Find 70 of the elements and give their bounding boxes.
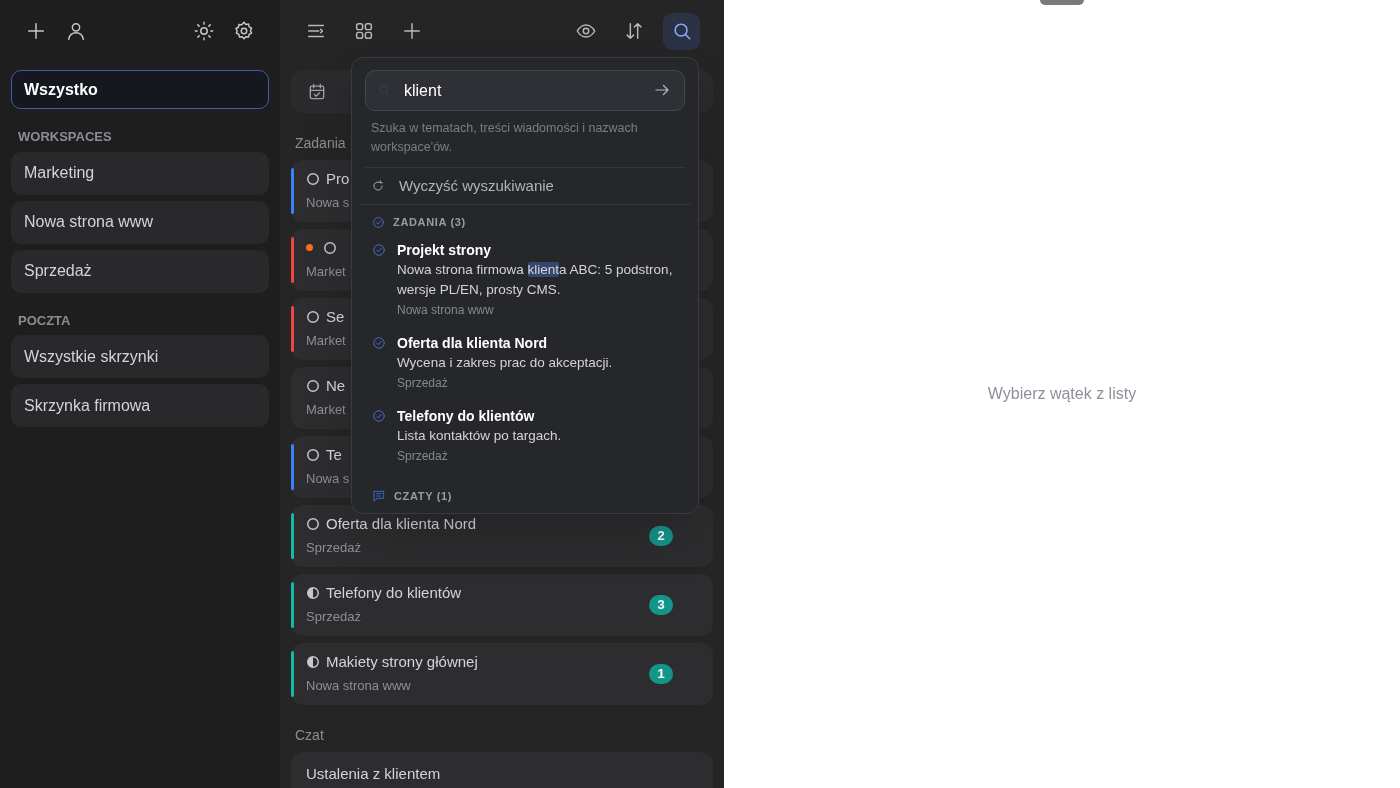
- check-circle-icon: [372, 408, 386, 423]
- task-workspace: Nowa s: [306, 470, 350, 489]
- search-button[interactable]: [663, 12, 700, 50]
- sidebar-item[interactable]: Nowa strona www: [11, 200, 269, 244]
- circle-icon: [306, 447, 320, 462]
- circle-icon: [306, 309, 320, 324]
- search-hint: Szuka w tematach, treści wiadomości i nazwach workspace'ów.: [370, 120, 639, 156]
- sidebar-item[interactable]: Sprzedaż: [11, 249, 269, 293]
- chat-icon: [372, 488, 386, 503]
- sidebar-item[interactable]: Wszystkie skrzynki: [11, 335, 269, 378]
- result-workspace: Sprzedaż: [397, 447, 448, 465]
- settings-icon: [233, 20, 255, 42]
- search-icon: [378, 84, 390, 96]
- circle-icon: [306, 378, 320, 393]
- task-card[interactable]: Makiety strony głównej Nowa strona www 1: [291, 643, 713, 705]
- section-heading: Czat: [294, 726, 325, 745]
- task-workspace: Sprzedaż: [306, 608, 361, 627]
- task-title: Te: [326, 444, 342, 465]
- sun-button[interactable]: [192, 19, 216, 43]
- task-card[interactable]: Telefony do klientów Sprzedaż 3: [291, 574, 713, 636]
- task-title: Ne: [326, 375, 346, 396]
- task-workspace: Sprzedaż: [306, 539, 361, 558]
- result-title: Telefony do klientów: [397, 406, 535, 426]
- task-title: Se: [326, 306, 345, 327]
- task-title: Pro: [326, 168, 350, 189]
- circle-icon: [323, 240, 337, 255]
- sun-icon: [193, 20, 215, 42]
- result-description: Lista kontaktów po targach.: [397, 426, 562, 445]
- task-workspace: Nowa strona www: [306, 677, 411, 696]
- chat-title: Ustalenia z klientem: [306, 765, 441, 782]
- task-workspace: Market: [306, 263, 346, 282]
- task-title: Makiety strony głównej: [326, 651, 478, 672]
- circle-icon: [306, 171, 320, 186]
- check-circle-icon: [372, 242, 386, 257]
- calendar-icon: [307, 81, 327, 102]
- half-circle-icon: [306, 654, 320, 669]
- result-title: Oferta dla klienta Nord: [397, 333, 548, 353]
- count-badge: 1: [649, 664, 673, 684]
- task-title: Oferta dla klienta Nord: [326, 513, 477, 534]
- task-workspace: Market: [306, 401, 346, 420]
- drag-handle[interactable]: [1040, 0, 1084, 5]
- circle-icon: [306, 516, 320, 531]
- task-workspace: Market: [306, 332, 346, 351]
- refresh-icon: [371, 179, 385, 193]
- user-icon: [65, 20, 87, 42]
- result-workspace: Nowa strona www: [397, 301, 494, 319]
- section-heading: POCZTA: [17, 311, 72, 330]
- count-badge: 2: [649, 526, 673, 546]
- task-workspace: Nowa s: [306, 194, 350, 213]
- half-circle-icon: [306, 585, 320, 600]
- empty-state-text: Wybierz wątek z listy: [987, 384, 1137, 404]
- clear-search-button[interactable]: Wyczyść wyszukiwanie: [365, 167, 560, 205]
- check-circle-icon: [372, 215, 385, 229]
- sidebar-item[interactable]: Marketing: [11, 151, 269, 195]
- result-description: Nowa strona firmowa klienta ABC: 5 podstron, wersje PL/EN, prosty CMS.: [397, 260, 674, 299]
- search-field[interactable]: klient: [365, 70, 685, 111]
- task-title: Telefony do klientów: [326, 582, 462, 603]
- result-workspace: Sprzedaż: [397, 374, 448, 392]
- chat-card[interactable]: Ustalenia z klientem: [291, 752, 713, 788]
- result-description: Wycena i zakres prac do akceptacji.: [397, 353, 613, 372]
- section-heading: WORKSPACES: [17, 128, 113, 146]
- section-heading: Zadania: [294, 134, 347, 153]
- group-heading: CZATY (1): [394, 488, 453, 504]
- sidebar-item[interactable]: Wszystko: [11, 70, 269, 109]
- check-circle-icon: [372, 335, 386, 350]
- sidebar-item[interactable]: Skrzynka firmowa: [11, 384, 269, 427]
- result-title: Projekt strony: [397, 240, 492, 260]
- group-heading: ZADANIA (3): [393, 215, 466, 230]
- plus-icon: [25, 20, 47, 42]
- count-badge: 3: [649, 595, 673, 615]
